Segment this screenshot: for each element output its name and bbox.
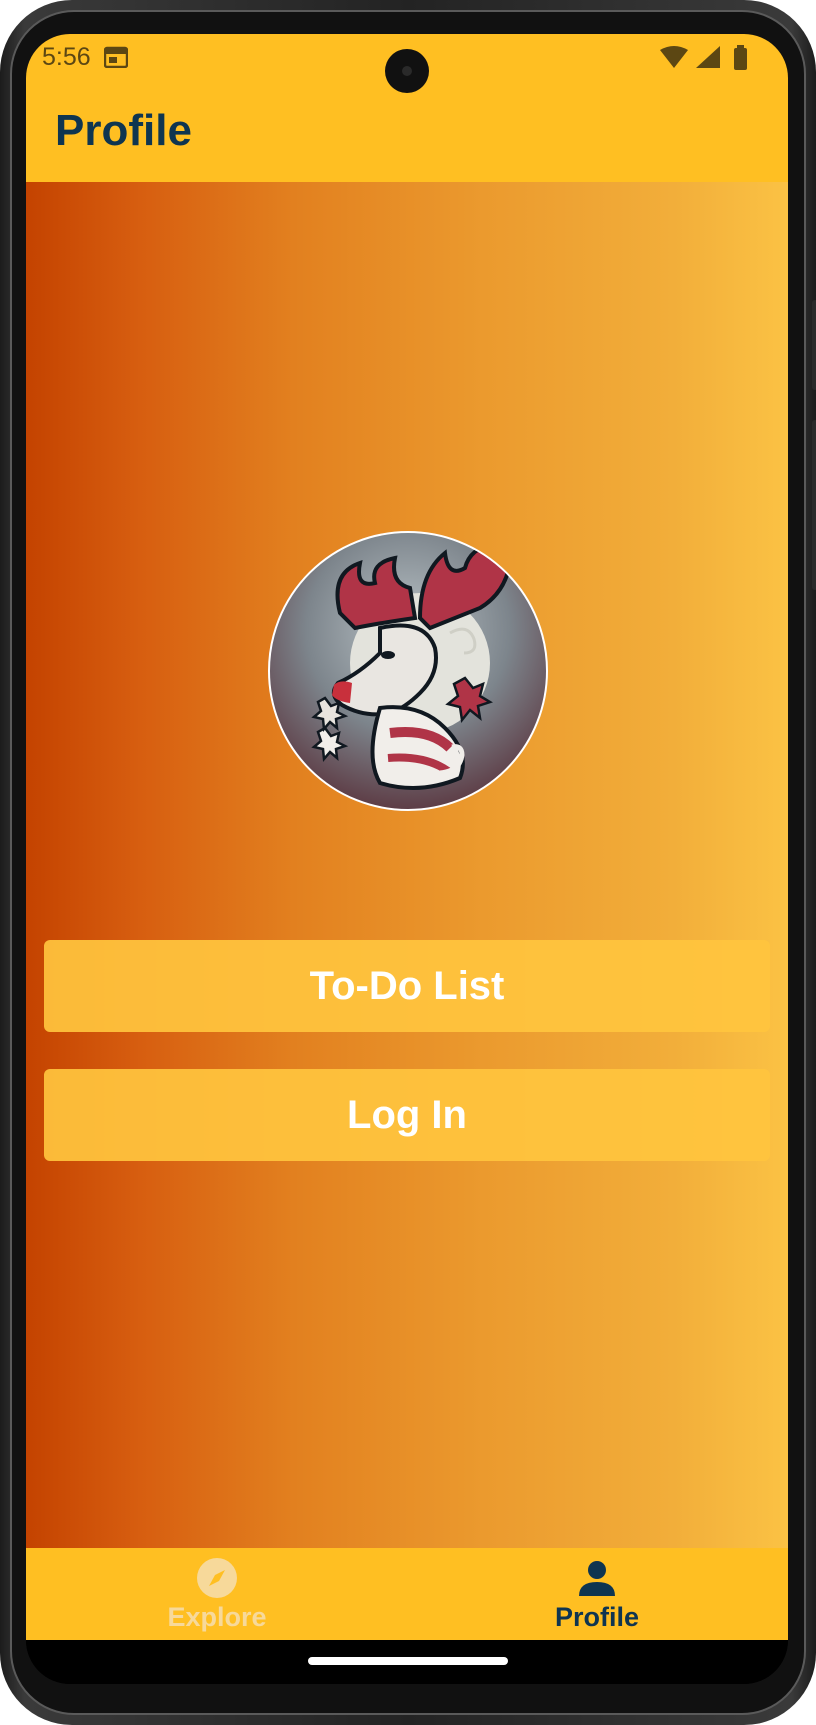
profile-avatar[interactable] — [268, 531, 548, 811]
battery-icon — [734, 48, 747, 70]
power-button — [812, 300, 816, 390]
nav-item-profile[interactable]: Profile — [502, 1548, 692, 1640]
screen: 5:56 Profile To-Do List Log In Explore P… — [26, 34, 788, 1684]
person-icon — [579, 1561, 615, 1596]
volume-rocker — [812, 420, 816, 590]
page-title: Profile — [55, 106, 192, 155]
login-button[interactable]: Log In — [44, 1069, 770, 1161]
app-bar: 5:56 Profile — [26, 34, 788, 182]
camera-cutout — [385, 49, 429, 93]
todo-list-button[interactable]: To-Do List — [44, 940, 770, 1032]
wifi-icon — [660, 46, 688, 68]
nav-label-explore: Explore — [167, 1602, 267, 1632]
nav-item-explore[interactable]: Explore — [122, 1548, 312, 1640]
phone-frame: 5:56 Profile To-Do List Log In Explore P… — [0, 0, 816, 1725]
signal-icon — [696, 46, 720, 68]
status-icons — [660, 45, 747, 70]
calendar-icon — [104, 46, 128, 68]
moose-logo-icon — [311, 540, 513, 790]
bottom-nav: Explore Profile — [26, 1548, 788, 1640]
profile-content: To-Do List Log In — [26, 182, 788, 1548]
status-time: 5:56 — [42, 43, 91, 71]
compass-icon — [197, 1558, 237, 1598]
home-indicator[interactable] — [308, 1657, 508, 1665]
nav-label-profile: Profile — [554, 1602, 640, 1632]
